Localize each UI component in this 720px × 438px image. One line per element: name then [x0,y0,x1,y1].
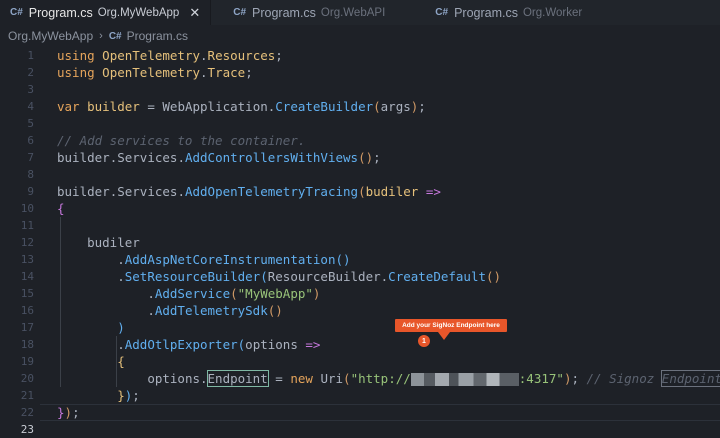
csharp-file-icon: C# [108,30,122,42]
annotation-callout: Add your SigNoz Endpoint here [395,319,507,332]
tab-filename: Program.cs [28,5,93,20]
tab-filename: Program.cs [252,5,316,20]
code-editor[interactable]: 1 using OpenTelemetry.Resources; 2 using O… [0,46,720,436]
code-line: 16 .AddTelemetrySdk() [20,303,283,318]
csharp-file-icon: C# [233,7,247,18]
tab-program-worker[interactable]: C# Program.cs Org.Worker [425,0,592,25]
tab-program-myweb[interactable]: C# Program.cs Org.MyWebApp ✕ [0,0,212,25]
tab-project: Org.Worker [522,6,583,19]
code-line: 20 options.Endpoint = new Uri("http://:4… [0,370,720,387]
code-line: 10{ [20,201,65,216]
breadcrumb-project[interactable]: Org.MyWebApp [8,29,93,43]
code-line: 14 .SetResourceBuilder(ResourceBuilder.C… [20,269,502,284]
endpoint-highlight: Endpoint [206,370,269,387]
tab-project: Org.MyWebApp [97,6,180,19]
breadcrumb: Org.MyWebApp › C# Program.cs [0,25,720,47]
code-line: 8 [27,168,34,181]
tab-program-webapi[interactable]: C# Program.cs Org.WebAPI [223,0,395,25]
code-line: 12 budiler [20,235,140,250]
csharp-file-icon: C# [10,7,23,18]
code-line: 7 builder.Services.AddControllersWithView… [27,150,381,165]
redacted-host [410,373,519,386]
csharp-file-icon: C# [435,7,449,18]
code-line: 9 builder.Services.AddOpenTelemetryTracin… [27,184,441,199]
code-line: 5 [27,117,34,130]
code-line: 22}); [20,405,80,420]
code-line: 6// Add services to the container. [27,133,306,148]
breadcrumb-file[interactable]: Program.cs [127,29,188,43]
code-line: 4 var builder = WebApplication.CreateBuil… [27,99,426,114]
chevron-right-icon: › [99,30,103,42]
tab-filename: Program.cs [454,5,518,20]
code-line: 21 }); [20,388,140,403]
code-line: 2 using OpenTelemetry.Trace; [27,65,253,80]
editor-tab-bar: C# Program.cs Org.MyWebApp ✕ C# Program.… [0,0,720,25]
tab-project: Org.WebAPI [320,6,386,19]
code-line: 11 [20,219,34,232]
callout-pointer [438,332,450,340]
code-line: 13 .AddAspNetCoreInstrumentation() [20,252,351,267]
annotation-badge: 1 [418,335,430,347]
code-line: 3 [27,83,34,96]
code-line: 17 ) [20,320,125,335]
code-line: 18 .AddOtlpExporter(options => [20,337,321,352]
code-line: 1 using OpenTelemetry.Resources; [27,48,283,63]
close-icon[interactable]: ✕ [189,5,200,21]
code-line: 15 .AddService("MyWebApp") [20,286,321,301]
code-line: 19 { [20,354,125,369]
